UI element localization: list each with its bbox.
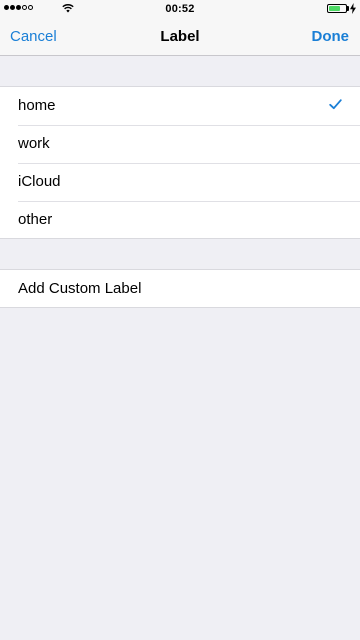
custom-label-section: Add Custom Label bbox=[0, 269, 360, 308]
status-bar: 00:52 bbox=[0, 0, 360, 18]
navigation-bar: Cancel Label Done bbox=[0, 18, 360, 56]
battery-level bbox=[329, 6, 341, 11]
add-custom-label-button[interactable]: Add Custom Label bbox=[0, 270, 360, 308]
label-option-text: other bbox=[18, 211, 53, 228]
charging-bolt-icon bbox=[350, 3, 356, 14]
label-option-other[interactable]: other bbox=[0, 201, 360, 239]
label-option-text: iCloud bbox=[18, 173, 61, 190]
label-options-list: home work iCloud other bbox=[0, 86, 360, 239]
checkmark-icon bbox=[329, 99, 342, 110]
add-custom-label-text: Add Custom Label bbox=[18, 280, 142, 297]
done-button[interactable]: Done bbox=[312, 28, 350, 45]
label-option-text: work bbox=[18, 135, 50, 152]
label-option-icloud[interactable]: iCloud bbox=[0, 163, 360, 201]
battery-icon bbox=[327, 4, 347, 13]
label-option-home[interactable]: home bbox=[0, 87, 360, 125]
label-option-text: home bbox=[18, 97, 56, 114]
status-time: 00:52 bbox=[165, 3, 195, 15]
battery-cap bbox=[347, 6, 349, 11]
page-title: Label bbox=[160, 28, 200, 45]
label-option-work[interactable]: work bbox=[0, 125, 360, 163]
